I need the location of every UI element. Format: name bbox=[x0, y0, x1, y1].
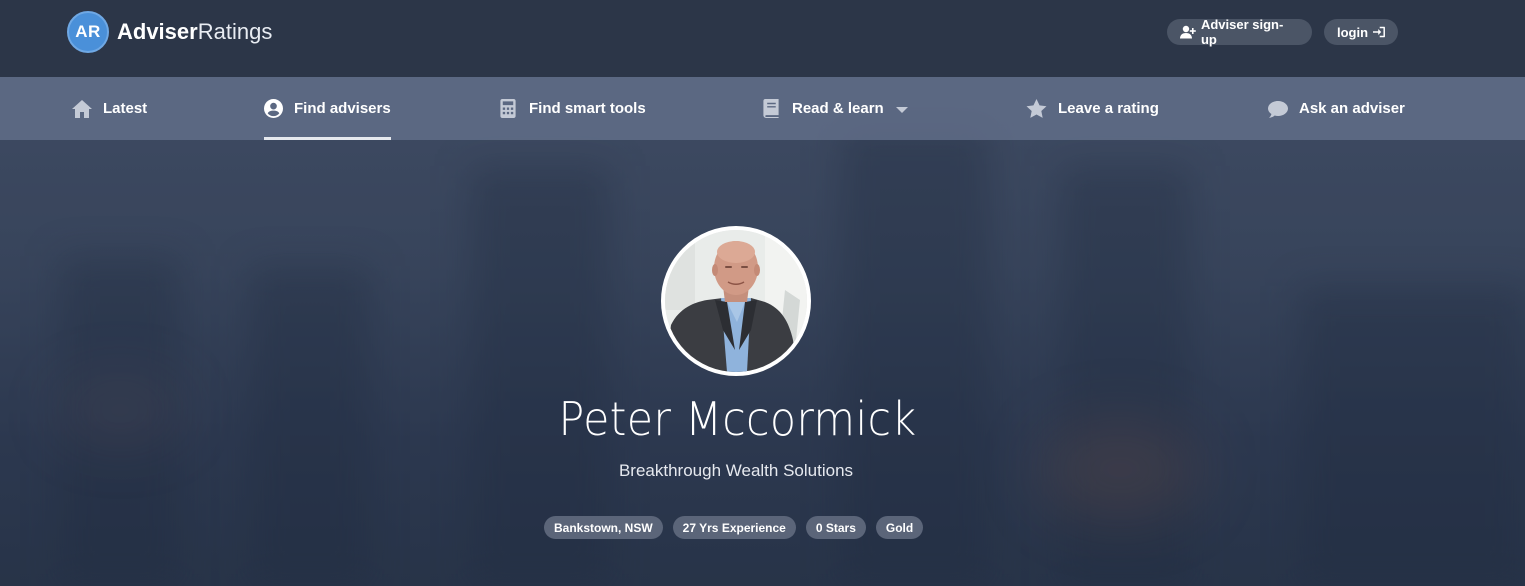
home-icon bbox=[72, 99, 92, 118]
logo-text-bold: Adviser bbox=[117, 19, 198, 44]
nav-item-label: Find advisers bbox=[294, 100, 391, 117]
nav-item-label: Find smart tools bbox=[529, 100, 646, 117]
experience-badge: 27 Yrs Experience bbox=[672, 516, 796, 539]
nav-item-read-learn[interactable]: Read & learn bbox=[763, 77, 908, 140]
nav-item-label: Read & learn bbox=[792, 100, 884, 117]
main-nav: Latest Find advisers Find smart tools Re… bbox=[0, 77, 1525, 140]
nav-item-latest[interactable]: Latest bbox=[72, 77, 147, 140]
book-icon bbox=[763, 99, 779, 118]
login-label: login bbox=[1337, 24, 1369, 40]
user-circle-icon bbox=[264, 99, 283, 118]
user-plus-icon bbox=[1180, 25, 1196, 39]
nav-item-label: Latest bbox=[103, 100, 148, 117]
chevron-down-icon bbox=[895, 107, 908, 113]
star-icon bbox=[1026, 98, 1047, 118]
nav-item-ask-adviser[interactable]: Ask an adviser bbox=[1268, 77, 1405, 140]
location-badge: Bankstown, NSW bbox=[544, 516, 663, 539]
tier-badge: Gold bbox=[875, 516, 924, 539]
stars-badge: 0 Stars bbox=[805, 516, 866, 539]
nav-item-find-smart-tools[interactable]: Find smart tools bbox=[500, 77, 646, 140]
adviser-signup-label: Adviser sign-up bbox=[1200, 17, 1284, 47]
nav-item-leave-rating[interactable]: Leave a rating bbox=[1026, 77, 1159, 140]
chat-bubble-icon bbox=[1268, 100, 1288, 118]
adviser-signup-button[interactable]: Adviser sign-up bbox=[1167, 17, 1312, 47]
login-button[interactable]: login bbox=[1324, 19, 1398, 45]
adviser-photo bbox=[665, 230, 807, 372]
logo-badge: AR bbox=[67, 11, 109, 53]
active-tab-underline bbox=[264, 137, 391, 140]
adviser-name: Peter Mccormick bbox=[558, 392, 917, 446]
site-header: AR AdviserRatings Adviser sign-up login bbox=[0, 0, 1525, 77]
profile-tags: Bankstown, NSW 27 Yrs Experience 0 Stars… bbox=[544, 516, 933, 539]
nav-item-label: Leave a rating bbox=[1058, 100, 1159, 117]
calculator-icon bbox=[500, 99, 516, 118]
site-logo[interactable]: AR AdviserRatings bbox=[67, 11, 272, 53]
adviser-avatar bbox=[661, 226, 811, 376]
nav-item-label: Ask an adviser bbox=[1299, 100, 1405, 117]
adviser-company: Breakthrough Wealth Solutions bbox=[618, 461, 854, 480]
sign-in-icon bbox=[1373, 26, 1385, 38]
nav-item-find-advisers[interactable]: Find advisers bbox=[264, 77, 391, 140]
logo-wordmark: AdviserRatings bbox=[117, 19, 272, 45]
logo-text-light: Ratings bbox=[197, 19, 273, 44]
